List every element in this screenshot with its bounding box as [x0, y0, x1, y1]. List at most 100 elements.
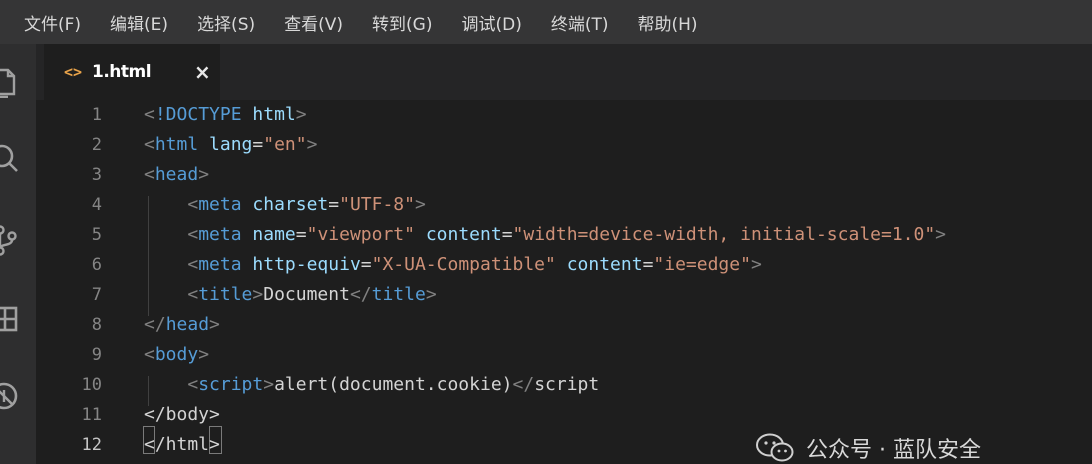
code-token: >	[750, 254, 762, 275]
wechat-icon	[756, 433, 794, 462]
menu-edit[interactable]: 编辑(E)	[110, 10, 168, 35]
line-number: 4	[91, 195, 102, 215]
code-line[interactable]: 2 <html lang="en">	[36, 130, 1092, 160]
line-number: 6	[91, 255, 102, 275]
code-token: >	[198, 344, 210, 365]
menu-selection[interactable]: 选择(S)	[197, 10, 255, 35]
code-line[interactable]: 7 <title>Document</title>	[36, 280, 1092, 310]
code-token: head	[165, 314, 210, 335]
code-token: meta	[198, 224, 242, 245]
watermark-text: 公众号 · 蓝队安全	[806, 438, 981, 463]
line-number: 5	[91, 225, 102, 245]
code-token: body	[154, 344, 199, 365]
code-token: "X-UA-Compatible"	[371, 254, 556, 275]
code-token: >	[414, 194, 426, 215]
line-number: 9	[91, 345, 102, 365]
code-token: content	[566, 254, 643, 275]
code-token: charset	[252, 194, 329, 215]
menu-bar: 文件(F) 编辑(E) 选择(S) 查看(V) 转到(G) 调试(D) 终端(T…	[0, 0, 1092, 44]
tab-1-html[interactable]: <> 1.html ×	[44, 44, 220, 100]
code-token: >	[295, 104, 307, 125]
code-line[interactable]: 9 <body>	[36, 340, 1092, 370]
menu-view[interactable]: 查看(V)	[284, 10, 343, 35]
code-token: =	[328, 194, 340, 215]
line-code: </html>	[144, 430, 220, 460]
search-icon[interactable]	[0, 142, 20, 174]
code-token: >	[209, 314, 220, 335]
code-token: alert(document.cookie)	[274, 374, 513, 395]
line-number: 10	[81, 375, 102, 395]
code-token: </html>	[144, 434, 220, 455]
code-token: </	[349, 284, 372, 305]
menu-go[interactable]: 转到(G)	[372, 10, 432, 35]
source-control-icon[interactable]	[0, 224, 20, 256]
code-token: head	[154, 164, 199, 185]
code-token: "en"	[263, 134, 307, 155]
code-token: >	[252, 284, 264, 305]
code-token: <	[187, 284, 199, 305]
code-token: <	[187, 224, 199, 245]
code-token: script	[534, 374, 600, 395]
line-code: <meta http-equiv="X-UA-Compatible" conte…	[144, 250, 762, 280]
line-code: <meta charset="UTF-8">	[144, 190, 426, 220]
line-code: </head>	[144, 310, 220, 340]
debug-icon[interactable]	[0, 380, 20, 412]
code-line[interactable]: 3 <head>	[36, 160, 1092, 190]
line-number: 12	[81, 435, 102, 455]
code-token: </	[512, 374, 535, 395]
code-token: >	[306, 134, 318, 155]
menu-help[interactable]: 帮助(H)	[638, 10, 698, 35]
code-token: !DOCTYPE	[154, 104, 242, 125]
extensions-icon[interactable]	[0, 302, 20, 334]
line-number: 11	[81, 405, 102, 425]
code-token: "UTF-8"	[339, 194, 415, 215]
line-number: 7	[91, 285, 102, 305]
line-number: 3	[91, 165, 102, 185]
code-token: <	[144, 134, 155, 155]
menu-terminal[interactable]: 终端(T)	[551, 10, 609, 35]
code-line[interactable]: 11 </body>	[36, 400, 1092, 430]
code-token: <	[187, 194, 199, 215]
tab-label: 1.html	[92, 62, 152, 82]
code-token: "ie=edge"	[653, 254, 751, 275]
menu-debug[interactable]: 调试(D)	[461, 10, 521, 35]
code-line[interactable]: 8 </head>	[36, 310, 1092, 340]
line-code: <script>alert(document.cookie)</script	[144, 370, 599, 400]
code-line[interactable]: 1 <!DOCTYPE html>	[36, 100, 1092, 130]
line-number: 8	[91, 315, 102, 335]
line-number: 1	[91, 105, 102, 125]
close-icon[interactable]: ×	[194, 60, 211, 84]
line-number: 2	[91, 135, 102, 155]
code-token: =	[642, 254, 654, 275]
code-token: =	[501, 224, 513, 245]
watermark: 公众号 · 蓝队安全	[756, 432, 981, 464]
code-token: <	[144, 344, 155, 365]
code-token: meta	[198, 194, 242, 215]
code-token: content	[425, 224, 502, 245]
code-line[interactable]: 4 <meta charset="UTF-8">	[36, 190, 1092, 220]
code-token: html	[154, 134, 199, 155]
code-token: <	[187, 254, 199, 275]
activity-bar	[0, 44, 36, 464]
code-line[interactable]: 6 <meta http-equiv="X-UA-Compatible" con…	[36, 250, 1092, 280]
html-file-icon: <>	[64, 63, 83, 81]
menu-file[interactable]: 文件(F)	[24, 10, 81, 35]
code-token: Document	[263, 284, 350, 305]
code-editor[interactable]: 1 <!DOCTYPE html> 2 <html lang="en"> 3 <head>…	[36, 100, 1092, 464]
code-token: >	[263, 374, 275, 395]
code-line[interactable]: 10 <script>alert(document.cookie)</scrip…	[36, 370, 1092, 400]
files-icon[interactable]	[0, 66, 20, 99]
line-code: <!DOCTYPE html>	[144, 100, 307, 130]
code-token: >	[198, 164, 210, 185]
line-code: </body>	[144, 400, 220, 430]
code-token: html	[252, 104, 296, 125]
code-line[interactable]: 5 <meta name="viewport" content="width=d…	[36, 220, 1092, 250]
code-token: script	[198, 374, 264, 395]
